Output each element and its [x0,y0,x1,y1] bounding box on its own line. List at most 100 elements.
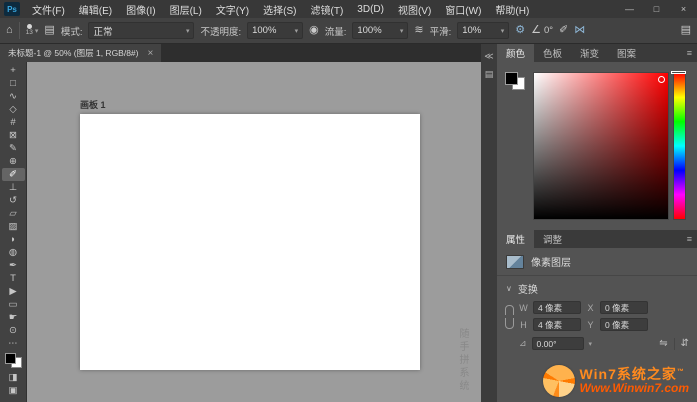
tab-color[interactable]: 颜色 [497,44,534,62]
brush-angle-control[interactable]: ∠ 0° [531,25,553,36]
tool-dodge[interactable]: ◍ [2,246,25,259]
document-tab[interactable]: 未标题-1 @ 50% (图层 1, RGB/8#) × [0,44,161,62]
tool-spot-healing[interactable]: ⊕ [2,155,25,168]
artboard-canvas[interactable] [80,114,420,370]
panel-menu-icon[interactable]: ≡ [687,234,692,244]
x-label: X [586,303,595,313]
menu-view[interactable]: 视图(V) [391,0,438,18]
home-icon[interactable]: ⌂ [6,25,13,36]
tab-properties[interactable]: 属性 [497,230,534,248]
tool-brush[interactable]: ✐ [2,168,25,181]
edit-toolbar-button[interactable]: ⋯ [2,337,25,350]
menu-3d[interactable]: 3D(D) [350,0,391,18]
transform-section-title: 变换 [518,281,538,296]
menu-file[interactable]: 文件(F) [25,0,72,18]
opacity-value: 100% [252,25,276,36]
quick-mask-button[interactable]: ◨ [2,371,25,384]
foreground-color-swatch[interactable] [5,353,16,364]
close-icon[interactable]: × [148,48,154,59]
smoothing-options-gear-icon[interactable]: ⚙ [515,25,525,36]
canvas-workspace[interactable]: 画板 1 随手拼系统 [27,62,481,402]
link-dimensions-icon[interactable] [505,305,514,329]
hue-slider[interactable] [673,72,686,220]
tool-options-bar: ⌂ 13 ▾ ▤ 模式: 正常 ▾ 不透明度: 100% ▾ ◉ 流量: 100… [0,18,697,44]
tab-gradients[interactable]: 渐变 [571,44,608,62]
paint-symmetry-icon[interactable]: ⋈ [574,25,585,36]
smoothing-dropdown[interactable]: 10% ▾ [457,22,509,39]
site-watermark: Win7系统之家™ Www.Winwin7.com [543,365,689,397]
collapse-panels-icon[interactable]: ≪ [484,51,493,62]
collapsed-panel-icon[interactable]: ▤ [485,69,494,80]
tool-object-selection[interactable]: ◇ [2,103,25,116]
color-picker-cursor[interactable] [658,76,665,83]
flip-vertical-icon[interactable]: ⇵ [681,338,689,349]
screen-mode-button[interactable]: ▣ [2,384,25,397]
opacity-dropdown[interactable]: 100% ▾ [247,22,303,39]
document-tab-title: 未标题-1 @ 50% (图层 1, RGB/8#) [8,47,139,59]
saturation-brightness-picker[interactable] [533,72,669,220]
width-field[interactable]: 4 像素 [533,301,581,314]
menu-filter[interactable]: 滤镜(T) [304,0,351,18]
tool-lasso[interactable]: ∿ [2,90,25,103]
pixel-layer-icon [506,255,524,269]
color-panel-swatches[interactable] [505,72,525,90]
y-field[interactable]: 0 像素 [600,318,648,331]
tab-swatches[interactable]: 色板 [534,44,571,62]
tool-eraser[interactable]: ▱ [2,207,25,220]
width-label: W [519,303,528,313]
flow-dropdown[interactable]: 100% ▾ [352,22,408,39]
tool-rectangular-marquee[interactable]: □ [2,77,25,90]
menu-help[interactable]: 帮助(H) [488,0,536,18]
brush-settings-panel-icon[interactable]: ▤ [44,25,54,36]
hue-slider-marker[interactable] [671,71,686,74]
x-field[interactable]: 0 像素 [600,301,648,314]
tool-zoom[interactable]: ⊙ [2,324,25,337]
pressure-opacity-icon[interactable]: ◉ [309,25,319,36]
opacity-label: 不透明度: [200,24,241,38]
tool-eyedropper[interactable]: ✎ [2,142,25,155]
tab-patterns[interactable]: 图案 [608,44,645,62]
minimize-button[interactable]: — [616,0,643,18]
brush-size-value: 13 [26,30,33,37]
tool-hand[interactable]: ☛ [2,311,25,324]
menu-type[interactable]: 文字(Y) [209,0,256,18]
flip-horizontal-icon[interactable]: ⇋ [659,338,667,349]
maximize-button[interactable]: □ [643,0,670,18]
menu-layer[interactable]: 图层(L) [163,0,209,18]
tool-move[interactable]: + [2,64,25,77]
height-label: H [519,320,528,330]
chevron-down-icon: ▾ [589,340,593,348]
color-panel-tabs: 颜色 色板 渐变 图案 ≡ [497,44,697,62]
rotation-field[interactable]: 0.00° [532,337,584,350]
height-field[interactable]: 4 像素 [533,318,581,331]
tool-clone-stamp[interactable]: ⊥ [2,181,25,194]
tool-blur[interactable]: ◗ [2,233,25,246]
tool-pen[interactable]: ✒ [2,259,25,272]
artboard-label[interactable]: 画板 1 [80,98,106,111]
foreground-background-swatches[interactable] [5,353,22,368]
tool-crop[interactable]: # [2,116,25,129]
pressure-size-icon[interactable]: ✐ [559,25,568,36]
menu-edit[interactable]: 编辑(E) [72,0,119,18]
canvas-watermark-text: 随手拼系统 [455,328,470,393]
tool-path-selection[interactable]: ▶ [2,285,25,298]
tool-frame[interactable]: ⊠ [2,129,25,142]
tool-type[interactable]: T [2,272,25,285]
close-button[interactable]: × [670,0,697,18]
menu-select[interactable]: 选择(S) [256,0,303,18]
tool-gradient[interactable]: ▨ [2,220,25,233]
blend-mode-dropdown[interactable]: 正常 ▾ [88,22,194,39]
panel-menu-icon[interactable]: ≡ [687,48,692,58]
options-panel-toggle-icon[interactable]: ▤ [681,25,691,36]
tool-history-brush[interactable]: ↺ [2,194,25,207]
tab-adjustments[interactable]: 调整 [534,230,571,248]
document-tab-bar: 未标题-1 @ 50% (图层 1, RGB/8#) × [0,44,481,62]
transform-section-header[interactable]: ∨ 变换 [497,276,697,299]
foreground-color-swatch[interactable] [505,72,518,85]
menu-window[interactable]: 窗口(W) [438,0,488,18]
layer-type-label: 像素图层 [531,254,571,269]
airbrush-icon[interactable]: ≋ [414,25,423,36]
brush-preset-picker[interactable]: 13 ▾ [26,24,39,37]
tool-rectangle-shape[interactable]: ▭ [2,298,25,311]
menu-image[interactable]: 图像(I) [119,0,162,18]
